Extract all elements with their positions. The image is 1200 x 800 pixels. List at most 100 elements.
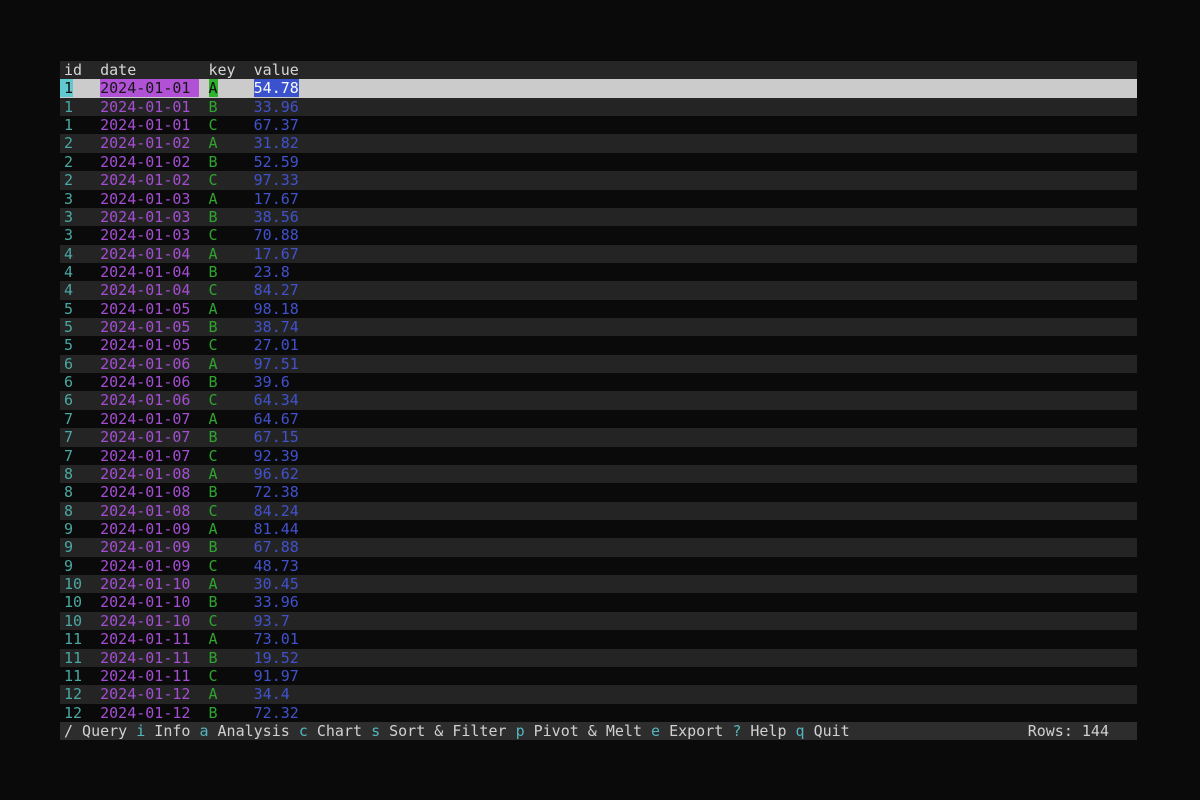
- cell-key: B: [209, 649, 218, 667]
- cell-date: 2024-01-05: [100, 318, 190, 336]
- shortcut-key-help[interactable]: ?: [732, 722, 741, 740]
- cell-value: 67.88: [254, 538, 299, 556]
- table-row[interactable]: 12 2024-01-12 B 72.32: [60, 704, 1137, 722]
- cell-key: A: [209, 300, 218, 318]
- shortcut-label-sort-filter[interactable]: Sort & Filter: [380, 722, 506, 740]
- table-row[interactable]: 8 2024-01-08 A 96.62: [60, 465, 1137, 483]
- cell-date: 2024-01-11: [100, 667, 190, 685]
- cell-date: 2024-01-05: [100, 336, 190, 354]
- table-row[interactable]: 6 2024-01-06 A 97.51: [60, 355, 1137, 373]
- shortcut-key-quit[interactable]: q: [796, 722, 805, 740]
- shortcut-label-quit[interactable]: Quit: [805, 722, 850, 740]
- cell-id: 6: [64, 373, 73, 391]
- cell-value: 33.96: [254, 98, 299, 116]
- table-row[interactable]: 11 2024-01-11 C 91.97: [60, 667, 1137, 685]
- shortcut-label-export[interactable]: Export: [660, 722, 723, 740]
- table-row[interactable]: 9 2024-01-09 B 67.88: [60, 538, 1137, 556]
- table-row-selected[interactable]: 1 2024-01-01 A 54.78: [60, 79, 1137, 97]
- cell-date: 2024-01-09: [100, 520, 190, 538]
- cell-value: 72.38: [254, 483, 299, 501]
- cell-date: 2024-01-07: [100, 428, 190, 446]
- table-row[interactable]: 3 2024-01-03 C 70.88: [60, 226, 1137, 244]
- cell-key: B: [209, 98, 218, 116]
- terminal-screen: id date key value 1 2024-01-01 A 54.781 …: [60, 61, 1137, 740]
- cell-value: 52.59: [254, 153, 299, 171]
- table-row[interactable]: 8 2024-01-08 C 84.24: [60, 502, 1137, 520]
- column-header-value[interactable]: value: [254, 61, 299, 79]
- table-row[interactable]: 2 2024-01-02 A 31.82: [60, 134, 1137, 152]
- column-header-key[interactable]: key: [209, 61, 236, 79]
- table-row[interactable]: 7 2024-01-07 A 64.67: [60, 410, 1137, 428]
- cell-date: 2024-01-11: [100, 649, 190, 667]
- cell-date: 2024-01-10: [100, 575, 190, 593]
- shortcut-key-query[interactable]: /: [64, 722, 73, 740]
- table-row[interactable]: 9 2024-01-09 C 48.73: [60, 557, 1137, 575]
- shortcut-key-info[interactable]: i: [136, 722, 145, 740]
- cell-date: 2024-01-05: [100, 300, 190, 318]
- cell-id: 12: [64, 685, 82, 703]
- shortcut-label-pivot-melt[interactable]: Pivot & Melt: [525, 722, 642, 740]
- table-row[interactable]: 1 2024-01-01 C 67.37: [60, 116, 1137, 134]
- cell-value: 23.8: [254, 263, 290, 281]
- shortcut-label-query[interactable]: Query: [73, 722, 127, 740]
- shortcut-label-chart[interactable]: Chart: [308, 722, 362, 740]
- cell-value: 31.82: [254, 134, 299, 152]
- cell-key: C: [209, 281, 218, 299]
- cell-value: 67.37: [254, 116, 299, 134]
- cell-id: 5: [64, 300, 73, 318]
- cell-key: A: [209, 575, 218, 593]
- cell-date: 2024-01-02: [100, 153, 190, 171]
- cell-key: A: [209, 355, 218, 373]
- cell-date: 2024-01-02: [100, 171, 190, 189]
- shortcut-key-analysis[interactable]: a: [199, 722, 208, 740]
- cell-key: A: [209, 79, 218, 97]
- table-row[interactable]: 5 2024-01-05 B 38.74: [60, 318, 1137, 336]
- cell-key: B: [209, 318, 218, 336]
- cell-key: C: [209, 226, 218, 244]
- table-row[interactable]: 7 2024-01-07 C 92.39: [60, 447, 1137, 465]
- cell-value: 96.62: [254, 465, 299, 483]
- table-row[interactable]: 10 2024-01-10 B 33.96: [60, 593, 1137, 611]
- column-header-id[interactable]: id: [64, 61, 82, 79]
- table-row[interactable]: 4 2024-01-04 C 84.27: [60, 281, 1137, 299]
- cell-date: 2024-01-04: [100, 281, 190, 299]
- table-row[interactable]: 4 2024-01-04 B 23.8: [60, 263, 1137, 281]
- table-row[interactable]: 2 2024-01-02 B 52.59: [60, 153, 1137, 171]
- table-row[interactable]: 8 2024-01-08 B 72.38: [60, 483, 1137, 501]
- shortcut-label-analysis[interactable]: Analysis: [209, 722, 290, 740]
- shortcut-key-export[interactable]: e: [651, 722, 660, 740]
- cell-value: 54.78: [254, 79, 299, 97]
- cell-date: 2024-01-01: [100, 79, 199, 97]
- table-row[interactable]: 10 2024-01-10 A 30.45: [60, 575, 1137, 593]
- row-count: Rows: 144: [1028, 722, 1137, 740]
- cell-value: 92.39: [254, 447, 299, 465]
- table-row[interactable]: 11 2024-01-11 B 19.52: [60, 649, 1137, 667]
- shortcut-key-chart[interactable]: c: [299, 722, 308, 740]
- table-row[interactable]: 7 2024-01-07 B 67.15: [60, 428, 1137, 446]
- shortcut-label-info[interactable]: Info: [145, 722, 190, 740]
- table-row[interactable]: 11 2024-01-11 A 73.01: [60, 630, 1137, 648]
- table-row[interactable]: 12 2024-01-12 A 34.4: [60, 685, 1137, 703]
- shortcut-label-help[interactable]: Help: [741, 722, 786, 740]
- cell-id: 9: [64, 538, 73, 556]
- cell-key: C: [209, 612, 218, 630]
- table-row[interactable]: 4 2024-01-04 A 17.67: [60, 245, 1137, 263]
- cell-date: 2024-01-02: [100, 134, 190, 152]
- cell-id: 11: [64, 667, 82, 685]
- shortcut-key-pivot-melt[interactable]: p: [516, 722, 525, 740]
- shortcut-key-sort-filter[interactable]: s: [371, 722, 380, 740]
- table-row[interactable]: 6 2024-01-06 C 64.34: [60, 391, 1137, 409]
- cell-id: 3: [64, 190, 73, 208]
- table-row[interactable]: 1 2024-01-01 B 33.96: [60, 98, 1137, 116]
- cell-value: 84.24: [254, 502, 299, 520]
- table-row[interactable]: 5 2024-01-05 C 27.01: [60, 336, 1137, 354]
- column-header-date[interactable]: date: [100, 61, 136, 79]
- cell-key: A: [209, 410, 218, 428]
- table-row[interactable]: 9 2024-01-09 A 81.44: [60, 520, 1137, 538]
- table-row[interactable]: 3 2024-01-03 A 17.67: [60, 190, 1137, 208]
- table-row[interactable]: 10 2024-01-10 C 93.7: [60, 612, 1137, 630]
- table-row[interactable]: 2 2024-01-02 C 97.33: [60, 171, 1137, 189]
- table-row[interactable]: 6 2024-01-06 B 39.6: [60, 373, 1137, 391]
- table-row[interactable]: 3 2024-01-03 B 38.56: [60, 208, 1137, 226]
- table-row[interactable]: 5 2024-01-05 A 98.18: [60, 300, 1137, 318]
